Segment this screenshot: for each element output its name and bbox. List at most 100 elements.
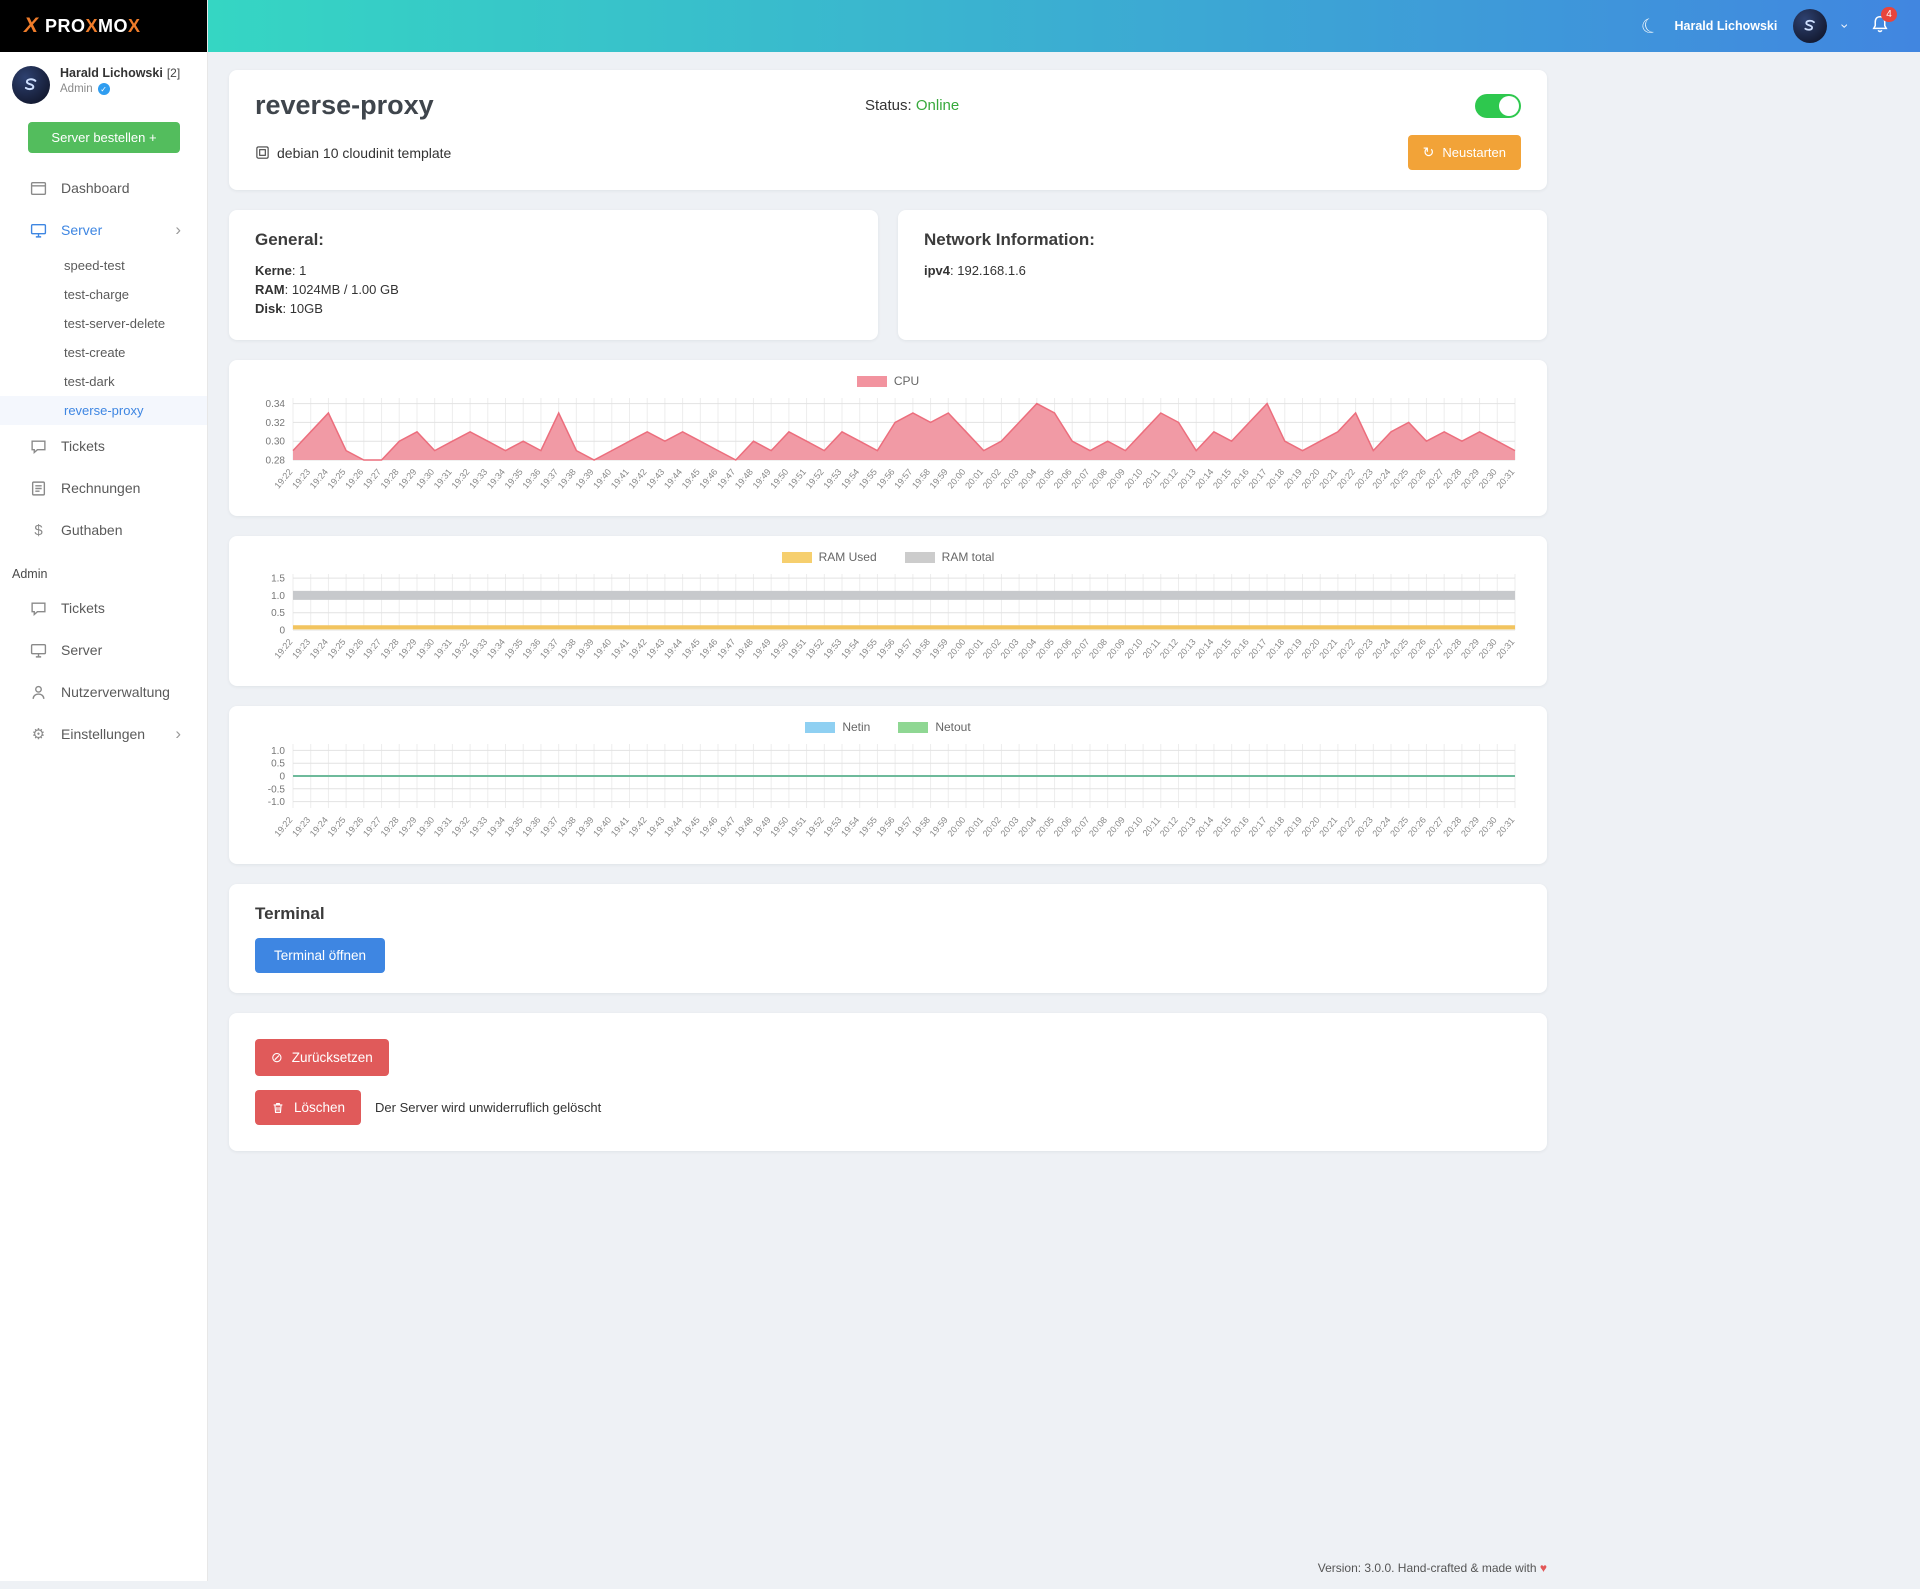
sidebar-subitem-test-create[interactable]: test-create <box>0 338 207 367</box>
sidebar-subitem-speed-test[interactable]: speed-test <box>0 251 207 280</box>
sidebar-item-rechnungen[interactable]: Rechnungen <box>0 467 207 509</box>
svg-text:20:05: 20:05 <box>1034 467 1056 491</box>
svg-text:19:48: 19:48 <box>733 815 755 839</box>
svg-text:19:23: 19:23 <box>290 637 312 661</box>
svg-text:19:31: 19:31 <box>432 815 454 839</box>
svg-text:20:24: 20:24 <box>1370 467 1392 491</box>
svg-text:19:46: 19:46 <box>697 467 719 491</box>
proxmox-logo[interactable]: X PROXMOX <box>0 0 207 52</box>
legend-item[interactable]: Netout <box>898 720 970 734</box>
sidebar-subitem-test-charge[interactable]: test-charge <box>0 280 207 309</box>
restart-button[interactable]: ↻Neustarten <box>1408 135 1521 170</box>
svg-text:20:27: 20:27 <box>1424 467 1446 491</box>
svg-text:19:38: 19:38 <box>556 467 578 491</box>
svg-text:19:56: 19:56 <box>875 467 897 491</box>
sidebar-item-server[interactable]: Server › <box>0 209 207 251</box>
svg-text:20:11: 20:11 <box>1141 467 1163 490</box>
sidebar-item-dashboard[interactable]: Dashboard <box>0 167 207 209</box>
svg-text:0.28: 0.28 <box>266 456 286 467</box>
notifications-button[interactable]: 4 <box>1870 14 1890 39</box>
order-server-button[interactable]: Server bestellen + <box>28 122 180 153</box>
svg-text:20:20: 20:20 <box>1300 467 1322 491</box>
svg-text:20:21: 20:21 <box>1317 637 1339 661</box>
svg-text:19:55: 19:55 <box>857 815 879 839</box>
svg-text:19:29: 19:29 <box>396 815 418 839</box>
svg-text:0: 0 <box>279 772 285 783</box>
svg-text:19:40: 19:40 <box>591 467 613 491</box>
delete-warning-text: Der Server wird unwiderruflich gelöscht <box>375 1100 601 1115</box>
svg-text:19:44: 19:44 <box>662 815 684 839</box>
svg-text:19:30: 19:30 <box>414 467 436 491</box>
svg-text:19:49: 19:49 <box>751 467 773 491</box>
svg-text:20:14: 20:14 <box>1193 815 1215 839</box>
svg-text:20:14: 20:14 <box>1193 637 1215 661</box>
svg-text:20:30: 20:30 <box>1477 637 1499 661</box>
svg-text:19:56: 19:56 <box>875 637 897 661</box>
svg-text:20:12: 20:12 <box>1158 815 1180 839</box>
svg-text:20:22: 20:22 <box>1335 815 1357 839</box>
svg-text:19:41: 19:41 <box>609 467 631 491</box>
admin-item-server[interactable]: Server <box>0 629 207 671</box>
svg-text:20:02: 20:02 <box>981 467 1003 491</box>
svg-text:19:43: 19:43 <box>644 467 666 491</box>
sidebar-item-guthaben[interactable]: $ Guthaben <box>0 509 207 551</box>
svg-text:19:32: 19:32 <box>449 467 471 491</box>
svg-text:20:27: 20:27 <box>1424 815 1446 839</box>
svg-text:19:35: 19:35 <box>503 637 525 661</box>
svg-text:20:06: 20:06 <box>1052 637 1074 661</box>
server-icon <box>30 222 47 239</box>
svg-text:19:40: 19:40 <box>591 815 613 839</box>
topbar-username: Harald Lichowski <box>1675 19 1778 33</box>
sidebar-subitem-test-dark[interactable]: test-dark <box>0 367 207 396</box>
svg-text:20:21: 20:21 <box>1317 467 1339 491</box>
legend-item[interactable]: RAM total <box>905 550 995 564</box>
sidebar-subitem-reverse-proxy[interactable]: reverse-proxy <box>0 396 207 425</box>
admin-item-nutzerverwaltung[interactable]: Nutzerverwaltung <box>0 671 207 713</box>
verified-badge-icon: ✓ <box>98 83 110 95</box>
svg-text:20:05: 20:05 <box>1034 815 1056 839</box>
info-row: General: Kerne: 1 RAM: 1024MB / 1.00 GB … <box>229 210 1547 360</box>
svg-text:19:35: 19:35 <box>503 815 525 839</box>
chevron-down-icon[interactable]: › <box>1838 24 1854 29</box>
svg-text:20:21: 20:21 <box>1317 815 1339 839</box>
admin-item-tickets[interactable]: Tickets <box>0 587 207 629</box>
svg-text:0.5: 0.5 <box>271 608 285 619</box>
admin-item-einstellungen[interactable]: ⚙ Einstellungen › <box>0 713 207 755</box>
svg-text:20:00: 20:00 <box>945 815 967 839</box>
svg-text:19:23: 19:23 <box>290 815 312 839</box>
svg-text:20:31: 20:31 <box>1494 637 1516 661</box>
heart-icon: ♥ <box>1540 1561 1547 1575</box>
svg-text:20:09: 20:09 <box>1105 637 1127 661</box>
svg-text:19:22: 19:22 <box>272 637 294 661</box>
legend-item[interactable]: CPU <box>857 374 919 388</box>
legend-item[interactable]: RAM Used <box>782 550 877 564</box>
sidebar-item-tickets[interactable]: Tickets <box>0 425 207 467</box>
delete-button[interactable]: Löschen <box>255 1090 361 1125</box>
general-title: General: <box>255 230 852 250</box>
svg-text:19:51: 19:51 <box>786 467 808 491</box>
dark-mode-moon-icon[interactable]: ☾ <box>1637 11 1662 40</box>
sidebar-subitem-test-server-delete[interactable]: test-server-delete <box>0 309 207 338</box>
legend-item[interactable]: Netin <box>805 720 870 734</box>
svg-text:20:29: 20:29 <box>1459 815 1481 839</box>
open-terminal-button[interactable]: Terminal öffnen <box>255 938 385 973</box>
svg-text:20:25: 20:25 <box>1388 467 1410 491</box>
network-chart: 1.00.50-0.5-1.019:2219:2319:2419:2519:26… <box>247 736 1529 854</box>
svg-text:0.5: 0.5 <box>271 759 285 770</box>
svg-text:19:44: 19:44 <box>662 637 684 661</box>
reset-button[interactable]: ⊘Zurücksetzen <box>255 1039 389 1076</box>
svg-text:19:38: 19:38 <box>556 637 578 661</box>
ram-chart-legend: RAM Used RAM total <box>247 550 1529 564</box>
svg-text:19:44: 19:44 <box>662 467 684 491</box>
svg-text:0: 0 <box>279 626 285 637</box>
template-icon <box>255 145 270 160</box>
network-chart-card: NetinNetout 1.00.50-0.5-1.019:2219:2319:… <box>229 706 1547 864</box>
svg-text:20:24: 20:24 <box>1370 815 1392 839</box>
cpu-chart-card: CPU 0.340.320.300.2819:2219:2319:2419:25… <box>229 360 1547 516</box>
power-toggle[interactable] <box>1475 94 1521 118</box>
svg-text:19:47: 19:47 <box>715 637 737 661</box>
svg-text:20:19: 20:19 <box>1282 637 1304 661</box>
topbar-avatar[interactable] <box>1793 9 1827 43</box>
svg-text:0.30: 0.30 <box>266 437 286 448</box>
svg-text:1.0: 1.0 <box>271 746 285 757</box>
